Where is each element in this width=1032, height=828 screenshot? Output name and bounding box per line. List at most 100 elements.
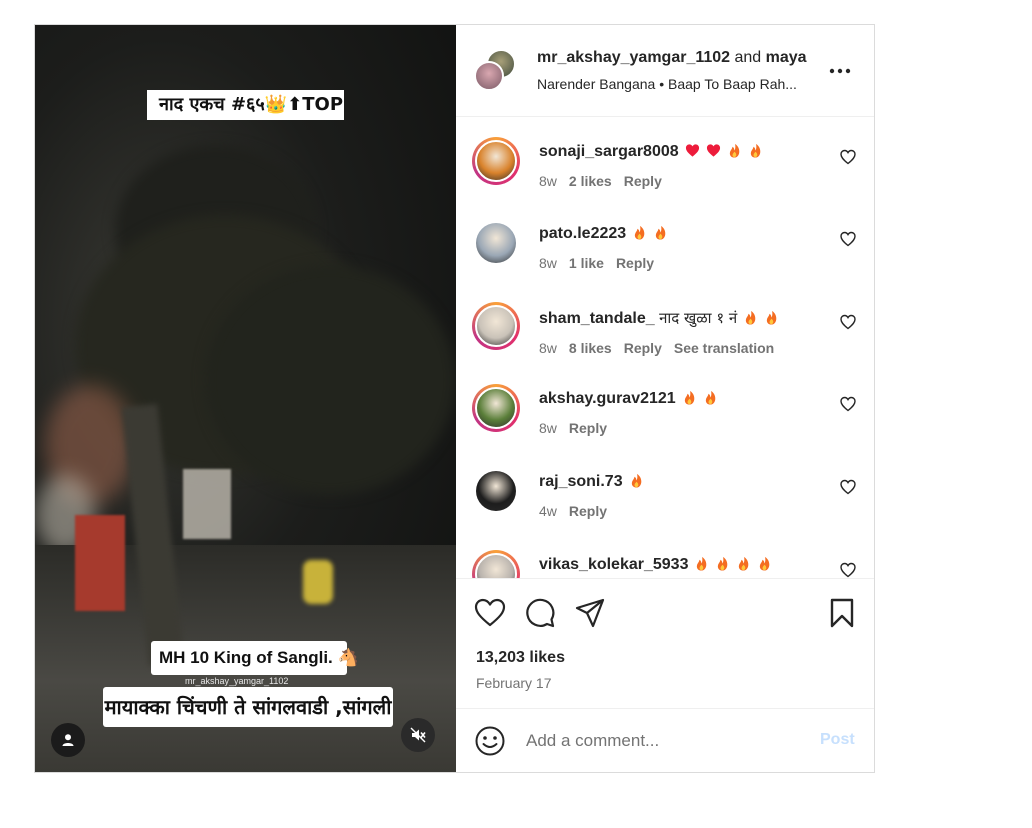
fire-emoji-icon <box>739 556 749 571</box>
comment-time: 4w <box>539 503 557 519</box>
comment-line: sonaji_sargar8008 <box>539 143 763 161</box>
comment-likes[interactable]: 8 likes <box>569 340 612 356</box>
heart-emoji-icon <box>685 144 699 157</box>
more-icon <box>829 68 851 74</box>
reply-button[interactable]: Reply <box>624 173 662 189</box>
avatar[interactable] <box>474 61 504 91</box>
comment-username[interactable]: akshay.gurav2121 <box>539 390 676 407</box>
reply-button[interactable]: Reply <box>624 340 662 356</box>
comment-likes[interactable]: 1 like <box>569 255 604 271</box>
comment-time: 8w <box>539 420 557 436</box>
comment-meta: 4w Reply <box>539 503 644 519</box>
comment-icon[interactable] <box>524 597 556 629</box>
avatar-image <box>475 305 517 347</box>
comment-meta: 8w 2 likes Reply <box>539 173 763 189</box>
post-header: mr_akshay_yamgar_1102 and maya Narender … <box>456 25 874 117</box>
comment-body: vikas_kolekar_5933 <box>539 556 772 574</box>
comment-meta: 8w 1 like Reply <box>539 255 668 271</box>
comment-row: sham_tandale_ नाद खुळा १ नं 8w 8 likes Repl… <box>456 302 874 382</box>
post-dialog: नाद एकच #६५👑⬆TOP MH 10 King of Sangli. 🐴… <box>34 24 875 773</box>
comment-body: raj_soni.73 4w Reply <box>539 473 644 519</box>
reply-button[interactable]: Reply <box>616 255 654 271</box>
comment-likes[interactable]: 2 likes <box>569 173 612 189</box>
comment-row: akshay.gurav2121 8w Reply <box>456 384 874 464</box>
fire-emoji-icon <box>767 310 777 325</box>
avatar[interactable] <box>472 550 520 578</box>
video-banner <box>75 515 125 611</box>
comment-meta: 8w Reply <box>539 420 718 436</box>
reel-video[interactable]: नाद एकच #६५👑⬆TOP MH 10 King of Sangli. 🐴… <box>35 25 456 772</box>
post-side-panel: mr_akshay_yamgar_1102 and maya Narender … <box>456 25 874 772</box>
video-caption-place: मायाक्का चिंचणी ते सांगलवाडी ,सांगली <box>103 687 393 727</box>
video-caption-top: नाद एकच #६५👑⬆TOP <box>147 90 344 120</box>
fire-emoji-icon <box>684 390 694 405</box>
author-avatars[interactable] <box>474 49 518 93</box>
author-and: and <box>734 49 762 66</box>
comment-text: नाद खुळा १ नं <box>659 309 738 327</box>
comment-like-icon[interactable] <box>840 396 856 412</box>
comment-like-icon[interactable] <box>840 562 856 578</box>
author-username[interactable]: mr_akshay_yamgar_1102 <box>537 49 730 66</box>
avatar[interactable] <box>472 219 520 267</box>
video-watermark: mr_akshay_yamgar_1102 <box>185 676 289 686</box>
comment-like-icon[interactable] <box>840 479 856 495</box>
comment-time: 8w <box>539 255 557 271</box>
fire-emoji-icon <box>729 143 739 158</box>
emoji-icon[interactable] <box>474 725 506 757</box>
fire-emoji-icon <box>760 556 770 571</box>
video-scenery <box>205 265 455 495</box>
comments-list[interactable]: sonaji_sargar8008 8w 2 likes Reply pato.le22… <box>456 117 874 578</box>
comment-username[interactable]: vikas_kolekar_5933 <box>539 556 688 573</box>
fire-emoji-icon <box>697 556 707 571</box>
comment-body: sham_tandale_ नाद खुळा १ नं 8w 8 likes Repl… <box>539 308 786 356</box>
avatar[interactable] <box>472 137 520 185</box>
comment-row: pato.le2223 8w 1 like Reply <box>456 219 874 299</box>
comment-row: vikas_kolekar_5933 <box>456 550 874 578</box>
comment-line: sham_tandale_ नाद खुळा १ नं <box>539 308 786 328</box>
comment-like-icon[interactable] <box>840 314 856 330</box>
comment-time: 8w <box>539 173 557 189</box>
comment-line: vikas_kolekar_5933 <box>539 556 772 574</box>
collab-username[interactable]: maya <box>766 49 807 66</box>
comment-body: sonaji_sargar8008 8w 2 likes Reply <box>539 143 763 189</box>
post-date[interactable]: February 17 <box>476 675 551 691</box>
heart-icon[interactable] <box>474 597 506 629</box>
fire-emoji-icon <box>705 390 715 405</box>
add-comment-bar: Post <box>456 708 874 772</box>
video-caption-title: MH 10 King of Sangli. 🐴 <box>151 641 359 675</box>
comment-input[interactable] <box>526 725 796 757</box>
likes-count[interactable]: 13,203 likes <box>476 649 565 667</box>
comment-row: raj_soni.73 4w Reply <box>456 467 874 547</box>
mute-button[interactable] <box>401 718 435 752</box>
video-person <box>303 560 333 604</box>
avatar[interactable] <box>472 467 520 515</box>
fire-emoji-icon <box>746 310 756 325</box>
avatar[interactable] <box>472 384 520 432</box>
tagged-users-button[interactable] <box>51 723 85 757</box>
reply-button[interactable]: Reply <box>569 420 607 436</box>
video-board <box>183 469 231 539</box>
bookmark-icon[interactable] <box>826 597 858 629</box>
comment-like-icon[interactable] <box>840 149 856 165</box>
fire-emoji-icon <box>656 225 666 240</box>
post-comment-button[interactable]: Post <box>820 731 855 749</box>
avatar-image <box>475 140 517 182</box>
comment-line: pato.le2223 <box>539 225 668 243</box>
avatar-image <box>476 223 516 263</box>
comment-username[interactable]: sham_tandale_ <box>539 310 655 327</box>
comment-body: akshay.gurav2121 8w Reply <box>539 390 718 436</box>
more-options-button[interactable] <box>828 59 852 83</box>
comment-username[interactable]: pato.le2223 <box>539 225 626 242</box>
share-icon[interactable] <box>574 597 606 629</box>
comment-like-icon[interactable] <box>840 231 856 247</box>
see-translation-button[interactable]: See translation <box>674 340 774 356</box>
comment-username[interactable]: sonaji_sargar8008 <box>539 143 679 160</box>
avatar[interactable] <box>472 302 520 350</box>
reply-button[interactable]: Reply <box>569 503 607 519</box>
comment-line: raj_soni.73 <box>539 473 644 491</box>
fire-emoji-icon <box>718 556 728 571</box>
comment-username[interactable]: raj_soni.73 <box>539 473 623 490</box>
post-authors: mr_akshay_yamgar_1102 and maya <box>537 49 807 67</box>
audio-subtitle[interactable]: Narender Bangana • Baap To Baap Rah... <box>537 76 817 92</box>
fire-emoji-icon <box>750 143 760 158</box>
